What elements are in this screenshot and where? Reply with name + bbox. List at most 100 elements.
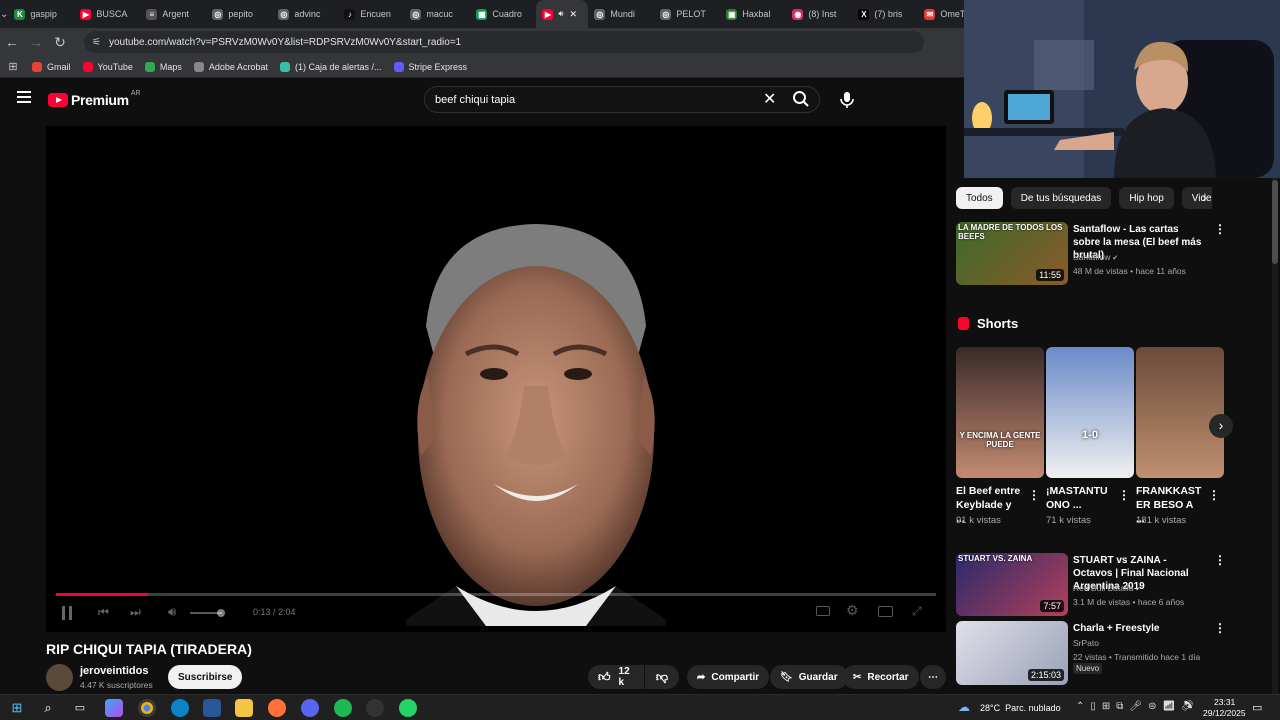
tab-search-button[interactable]: ⌄ — [0, 9, 8, 20]
volume-icon[interactable]: 🔊︎ — [168, 604, 176, 620]
clear-search-icon[interactable]: ✕ — [763, 89, 776, 109]
browser-tab[interactable]: ◎ Mundi — [588, 0, 654, 28]
browser-tab[interactable]: ▦ Cuadro — [470, 0, 536, 28]
tab-label: advinc — [294, 9, 321, 19]
weather-text[interactable]: 28°C Parc. nublado — [980, 703, 1061, 713]
discord-icon[interactable] — [301, 699, 319, 717]
reload-icon[interactable]: ↻ — [48, 34, 72, 51]
more-actions-button[interactable]: ⋯ — [920, 665, 946, 689]
subscribe-button[interactable]: Suscribirse — [168, 665, 243, 689]
more-options-icon[interactable]: ⋮ — [1214, 621, 1226, 635]
youtube-premium-logo[interactable]: Premium AR — [48, 90, 141, 108]
save-button[interactable]: 🔖︎ Guardar — [770, 665, 848, 689]
recommendation-title[interactable]: Charla + Freestyle — [1073, 622, 1208, 635]
search-input[interactable]: beef chiqui tapia — [424, 86, 820, 113]
store-icon[interactable] — [203, 699, 221, 717]
chrome-icon[interactable] — [138, 699, 156, 717]
site-info-icon[interactable]: ⚟ — [92, 37, 101, 48]
file-explorer-icon[interactable] — [235, 699, 253, 717]
volume-slider[interactable] — [190, 609, 225, 617]
chips-next-icon[interactable]: › — [1202, 189, 1207, 205]
copilot-icon[interactable] — [105, 699, 123, 717]
more-options-icon[interactable]: ⋮ — [1208, 488, 1220, 502]
share-button[interactable]: ➦ Compartir — [687, 665, 770, 689]
settings-icon[interactable]: ⚙ — [846, 602, 859, 619]
tab-favicon-icon: ◎ — [278, 8, 290, 20]
channel-name[interactable]: jeroveintidos — [80, 665, 148, 677]
weather-icon[interactable]: ☁ — [958, 700, 970, 714]
tab-audio-icon[interactable]: 🔊︎ — [558, 9, 563, 19]
browser-tab[interactable]: ◎ pepito — [206, 0, 272, 28]
address-bar[interactable]: ⚟ youtube.com/watch?v=PSRVzM0Wv0Y&list=RD… — [84, 31, 924, 53]
next-button[interactable]: ⏭ — [130, 605, 141, 620]
short-thumbnail[interactable]: 1-0 — [1046, 347, 1134, 478]
bookmark-item[interactable]: (1) Caja de alertas /... — [279, 61, 382, 72]
browser-tab[interactable]: Kgaspip — [8, 0, 74, 28]
browser-tab[interactable]: ▶ 🔊︎ ✕ — [536, 0, 589, 28]
filter-chip[interactable]: Todos — [956, 187, 1003, 209]
pause-button[interactable] — [62, 606, 72, 620]
short-thumbnail[interactable] — [1136, 347, 1224, 478]
apps-grid-icon[interactable]: ⊞ — [0, 60, 26, 73]
video-player[interactable]: ⏮ ⏭ 🔊︎ 0:13 / 2:04 ⚙ ⤢ — [46, 126, 946, 632]
bookmark-item[interactable]: Gmail — [32, 61, 71, 72]
shorts-next-button[interactable]: › — [1209, 414, 1233, 438]
browser-tab[interactable]: ▶ BUSCA — [74, 0, 140, 28]
game-app-icon[interactable] — [366, 699, 384, 717]
search-icon[interactable]: ⌕ — [39, 699, 57, 717]
bookmark-item[interactable]: Adobe Acrobat — [193, 61, 268, 72]
forward-icon[interactable]: → — [24, 34, 48, 50]
system-tray-icons[interactable]: ⌃▯⊞⧉🎤︎⊜📶︎🔊︎ — [1076, 701, 1200, 712]
bookmark-item[interactable]: Maps — [144, 61, 182, 72]
spotify-icon[interactable] — [334, 699, 352, 717]
filter-chip[interactable]: De tus búsquedas — [1010, 187, 1112, 209]
browser-tab[interactable]: X (7) bris — [852, 0, 918, 28]
voice-search-button[interactable] — [838, 90, 856, 110]
more-options-icon[interactable]: ⋮ — [1214, 553, 1226, 567]
sidebar-scrollbar[interactable] — [1272, 178, 1278, 694]
filter-chip[interactable]: Hip hop — [1119, 187, 1174, 209]
browser-tab[interactable]: ◉ (8) Inst — [786, 0, 852, 28]
progress-bar[interactable] — [56, 593, 936, 596]
browser-tab[interactable]: ♪ Encuen — [338, 0, 404, 28]
more-options-icon[interactable]: ⋮ — [1028, 488, 1040, 502]
miniplayer-icon[interactable] — [878, 606, 893, 617]
channel-avatar[interactable] — [46, 664, 73, 691]
more-options-icon[interactable]: ⋮ — [1214, 222, 1226, 236]
bookmark-item[interactable]: YouTube — [82, 61, 133, 72]
short-title[interactable]: ¡MASTANTU ONO ... — [1046, 484, 1112, 512]
browser-tab[interactable]: ◎ macuc — [404, 0, 470, 28]
browser-tab[interactable]: ◎ PELOT — [654, 0, 720, 28]
subtitles-icon[interactable] — [816, 606, 830, 616]
windows-start-icon[interactable]: ⊞ — [8, 699, 26, 717]
like-button[interactable]: 👍︎ 12 k — [588, 665, 644, 689]
task-view-icon[interactable]: ▭ — [71, 699, 89, 717]
clock-time[interactable]: 23:31 — [1214, 697, 1235, 707]
fullscreen-icon[interactable]: ⤢ — [912, 604, 922, 619]
browser-tab[interactable]: ◎ advinc — [272, 0, 338, 28]
previous-button[interactable]: ⏮ — [98, 605, 109, 620]
bookmark-label: Maps — [159, 61, 182, 72]
whatsapp-icon[interactable] — [399, 699, 417, 717]
filter-chip[interactable]: Videos — [1181, 187, 1212, 209]
menu-icon[interactable] — [17, 91, 31, 103]
dislike-button[interactable]: 👎︎ — [645, 665, 679, 689]
edge-icon[interactable] — [171, 699, 189, 717]
recommendation-thumbnail[interactable]: STUART VS. ZAINA 7:57 — [956, 553, 1068, 616]
bookmark-item[interactable]: Stripe Express — [393, 61, 467, 72]
recommendation-thumbnail[interactable]: 2:15:03 — [956, 621, 1068, 685]
tab-close-icon[interactable]: ✕ — [569, 9, 577, 20]
browser-tab[interactable]: ▣ Haxbal — [720, 0, 786, 28]
recommendation-channel[interactable]: SrPato — [1073, 636, 1099, 650]
short-overlay-text: 1-0 — [1082, 429, 1098, 441]
short-thumbnail[interactable]: Y ENCIMA LA GENTE PUEDE — [956, 347, 1044, 478]
more-options-icon[interactable]: ⋮ — [1118, 488, 1130, 502]
firefox-icon[interactable] — [268, 699, 286, 717]
notifications-icon[interactable]: ▭ — [1252, 701, 1262, 714]
search-button[interactable] — [792, 90, 812, 110]
clock-date[interactable]: 29/12/2025 — [1203, 708, 1246, 718]
back-icon[interactable]: ← — [0, 34, 24, 50]
browser-tab[interactable]: ≡ Argent — [140, 0, 206, 28]
recommendation-thumbnail[interactable]: LA MADRE DE TODOS LOS BEEFS 11:55 — [956, 222, 1068, 285]
clip-button[interactable]: ✂ Recortar — [843, 665, 919, 689]
